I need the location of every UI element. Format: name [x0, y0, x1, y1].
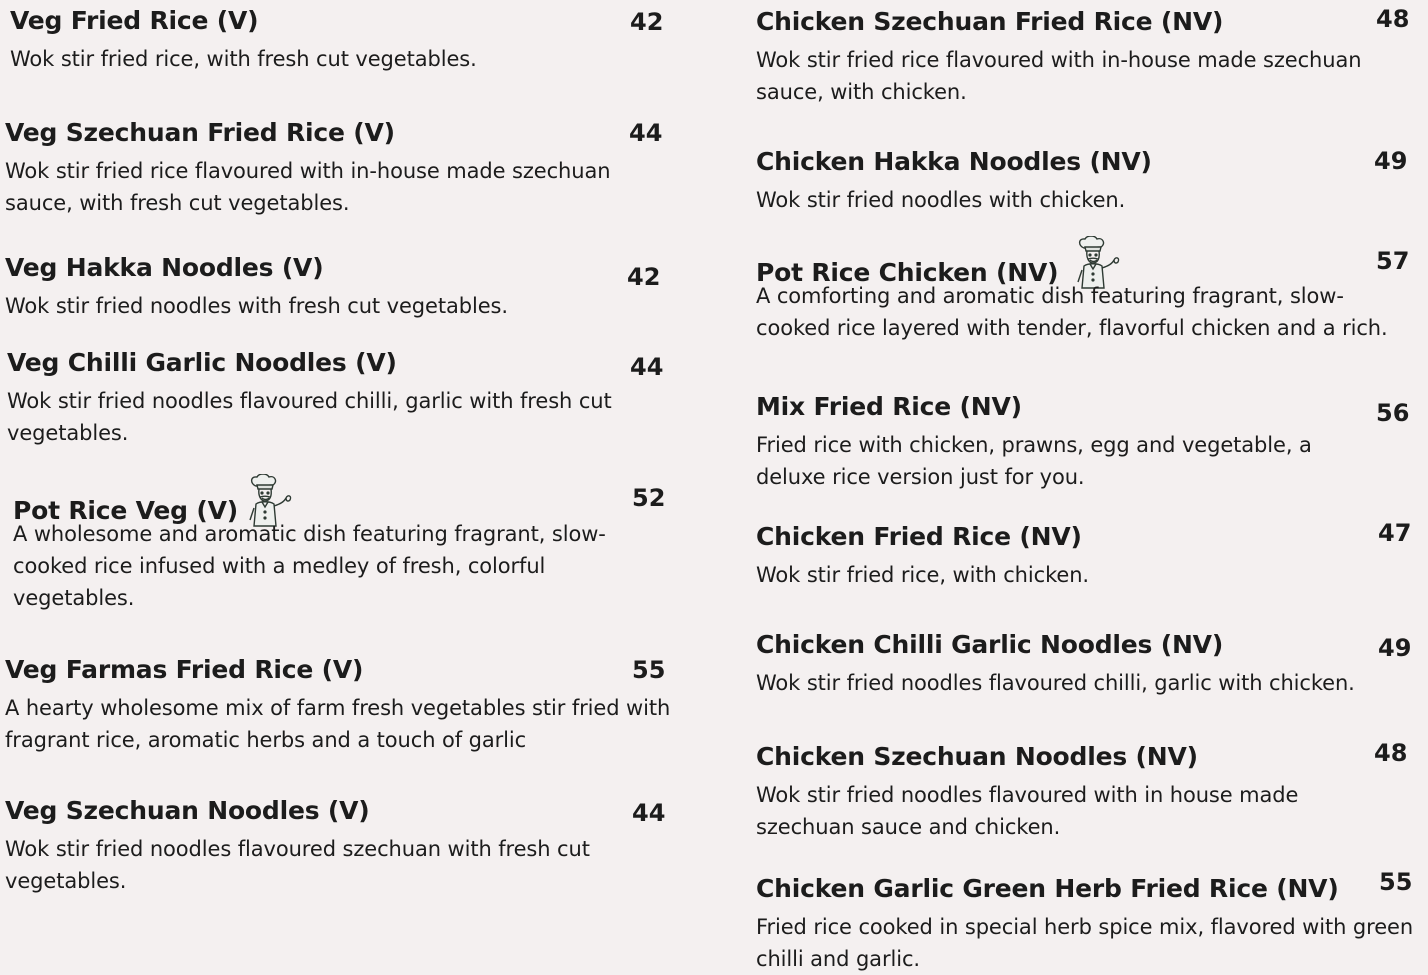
item-price: 55: [632, 656, 666, 684]
item-description: Wok stir fried noodles flavoured with in…: [756, 783, 1299, 839]
item-name: Veg Fried Rice (V): [10, 6, 259, 35]
item-name: Veg Hakka Noodles (V): [5, 253, 324, 282]
item-price: 44: [629, 119, 663, 147]
item-name: Chicken Chilli Garlic Noodles (NV): [756, 630, 1224, 659]
item-name: Veg Farmas Fried Rice (V): [5, 655, 364, 684]
item-price: 48: [1376, 5, 1410, 33]
item-price: 44: [630, 353, 664, 381]
item-price: 48: [1374, 739, 1408, 767]
item-description: Wok stir fried noodles flavoured chilli,…: [756, 671, 1355, 695]
item-name: Chicken Szechuan Noodles (NV): [756, 742, 1198, 771]
item-price: 55: [1379, 868, 1413, 896]
item-description: Wok stir fried noodles with chicken.: [756, 188, 1126, 212]
item-name: Chicken Garlic Green Herb Fried Rice (NV…: [756, 874, 1339, 903]
item-price: 52: [632, 484, 666, 512]
item-price: 49: [1378, 634, 1412, 662]
item-description: A comforting and aromatic dish featuring…: [756, 284, 1388, 340]
item-price: 57: [1376, 247, 1410, 275]
item-name: Veg Szechuan Noodles (V): [5, 796, 370, 825]
item-name: Mix Fried Rice (NV): [756, 392, 1022, 421]
item-price: 44: [632, 799, 666, 827]
item-description: Wok stir fried rice, with fresh cut vege…: [10, 47, 477, 71]
item-price: 42: [630, 8, 664, 36]
item-name: Chicken Hakka Noodles (NV): [756, 147, 1152, 176]
item-price: 49: [1374, 147, 1408, 175]
item-price: 56: [1376, 399, 1410, 427]
item-name: Veg Chilli Garlic Noodles (V): [7, 348, 397, 377]
item-price: 47: [1378, 519, 1412, 547]
item-name: Veg Szechuan Fried Rice (V): [5, 118, 395, 147]
item-name: Chicken Szechuan Fried Rice (NV): [756, 7, 1224, 36]
item-description: Wok stir fried noodles with fresh cut ve…: [5, 294, 508, 318]
item-description: Fried rice cooked in special herb spice …: [756, 915, 1414, 971]
item-description: A hearty wholesome mix of farm fresh veg…: [5, 696, 671, 752]
item-price: 42: [627, 263, 661, 291]
item-description: Wok stir fried rice flavoured with in-ho…: [756, 48, 1362, 104]
item-description: Wok stir fried rice flavoured with in-ho…: [5, 159, 611, 215]
item-description: Wok stir fried noodles flavoured chilli,…: [7, 389, 612, 445]
item-description: A wholesome and aromatic dish featuring …: [13, 522, 606, 610]
item-description: Wok stir fried rice, with chicken.: [756, 563, 1089, 587]
item-description: Wok stir fried noodles flavoured szechua…: [5, 837, 590, 893]
item-name: Chicken Fried Rice (NV): [756, 522, 1082, 551]
item-description: Fried rice with chicken, prawns, egg and…: [756, 433, 1312, 489]
